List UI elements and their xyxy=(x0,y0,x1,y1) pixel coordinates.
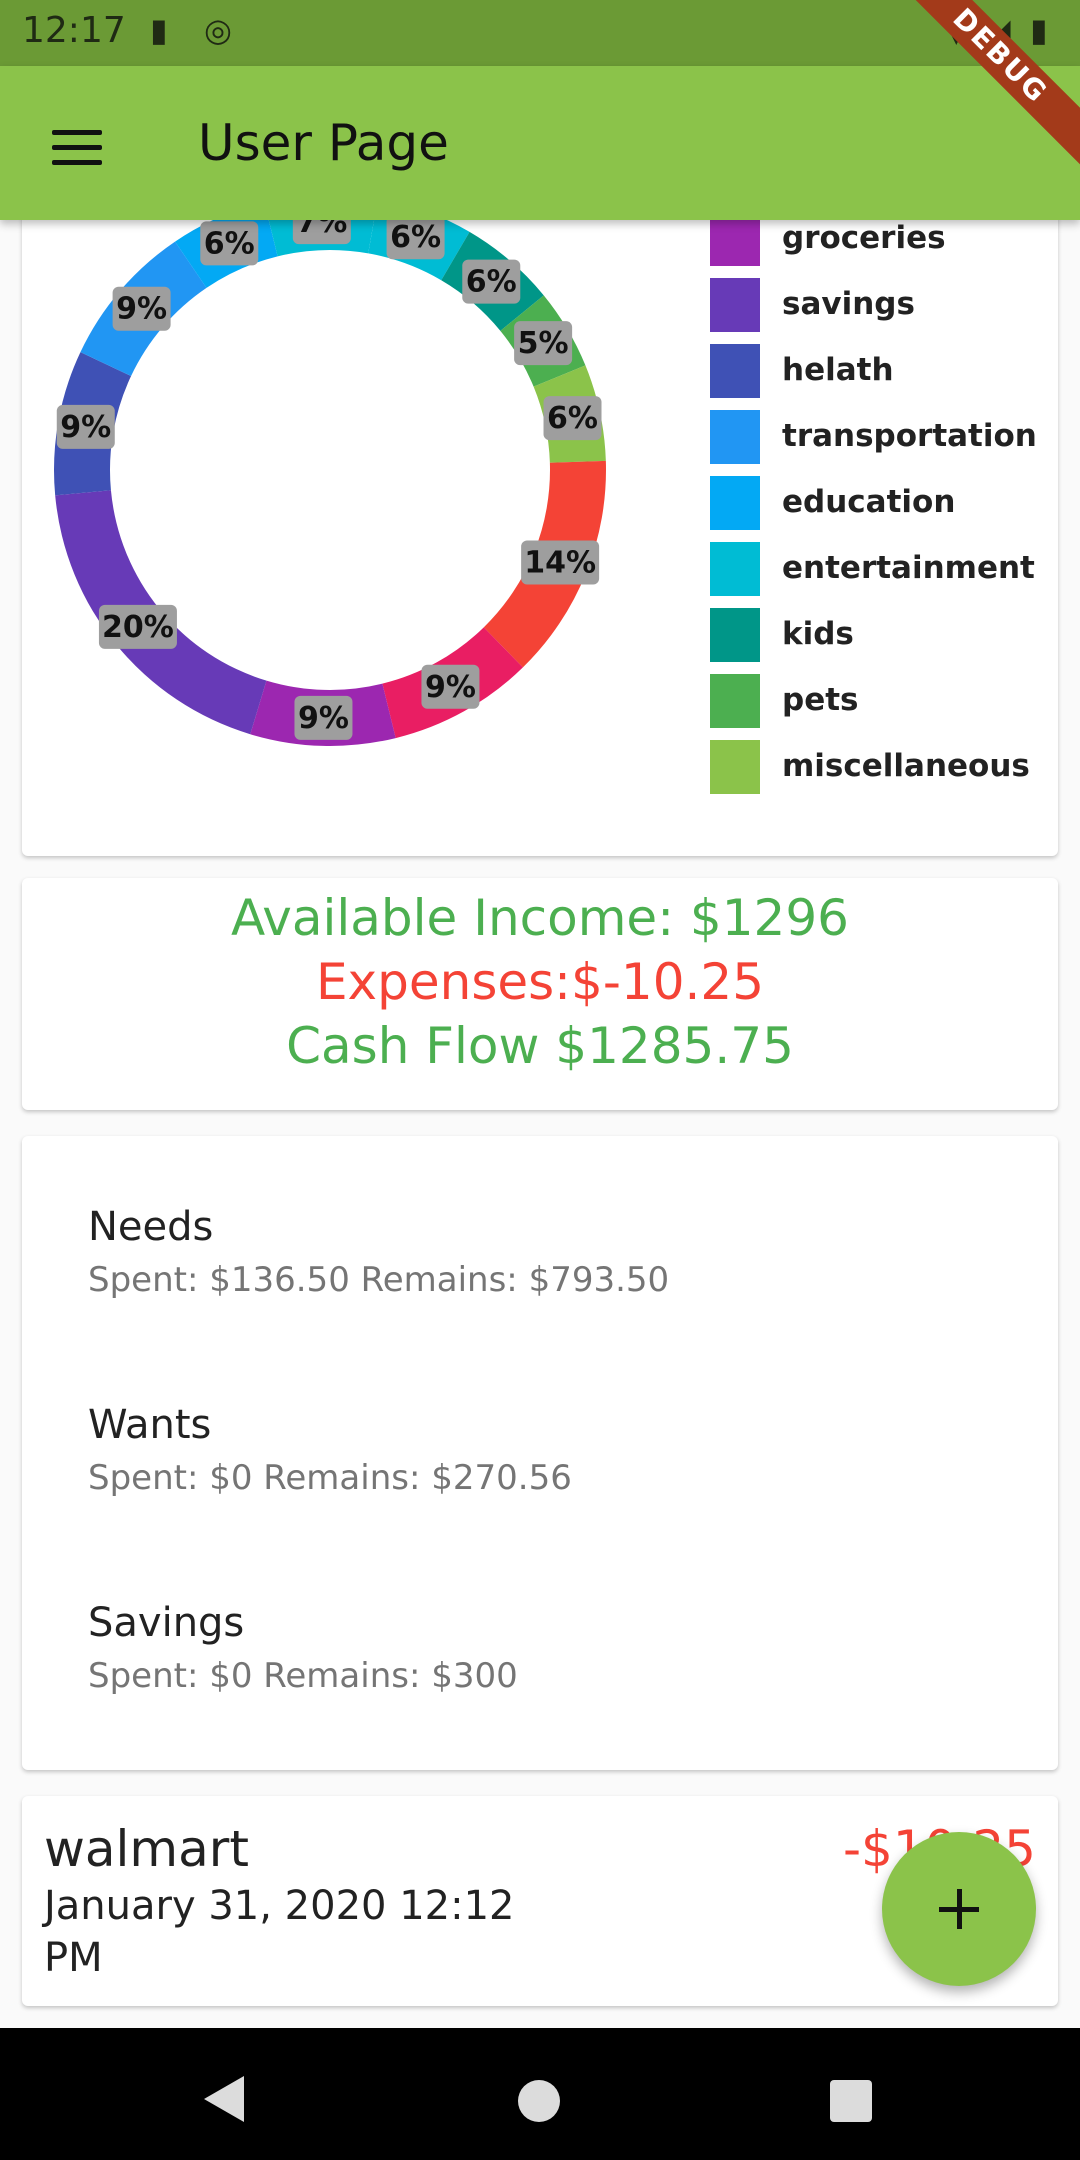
legend-label: miscellaneous xyxy=(782,748,1030,784)
back-icon[interactable] xyxy=(204,2076,244,2122)
chart-legend: groceries savings helath transportation educ… xyxy=(710,180,1050,856)
legend-swatch xyxy=(710,344,760,398)
battery-icon: ▮ xyxy=(1030,11,1048,49)
legend-swatch xyxy=(710,212,760,266)
summary-card: Available Income: $1296 Expenses:$-10.25… xyxy=(22,878,1058,1110)
legend-label: education xyxy=(782,484,956,520)
budget-name: Savings xyxy=(88,1600,245,1646)
slice-label: 6% xyxy=(547,401,598,436)
budget-detail: Spent: $136.50 Remains: $793.50 xyxy=(88,1260,670,1300)
slice-label: 5% xyxy=(518,326,569,361)
slice-label: 9% xyxy=(116,292,167,327)
legend-label: entertainment xyxy=(782,550,1035,586)
legend-swatch xyxy=(710,542,760,596)
slice-label: 6% xyxy=(204,226,255,261)
legend-swatch xyxy=(710,740,760,794)
transaction-date: January 31, 2020 12:12 PM xyxy=(44,1883,515,1981)
legend-label: pets xyxy=(782,682,859,718)
budget-name: Wants xyxy=(88,1402,212,1448)
slice-label: 9% xyxy=(60,410,111,445)
slice-label: 9% xyxy=(298,701,349,736)
status-time: 12:17 xyxy=(22,10,126,51)
page-title: User Page xyxy=(198,114,449,172)
expense-chart-card: 6% 6% 5% 6% 14% 9% 9% 20% 9% 9% 6% 7% groceries savi… xyxy=(22,180,1058,856)
transaction-title: walmart xyxy=(44,1820,249,1878)
legend-swatch xyxy=(710,410,760,464)
legend-label: transportation xyxy=(782,418,1037,454)
budget-card: Needs Spent: $136.50 Remains: $793.50 Wa… xyxy=(22,1136,1058,1770)
cash-flow: Cash Flow $1285.75 xyxy=(286,1017,794,1075)
slice-label: 6% xyxy=(390,220,441,255)
add-transaction-button[interactable] xyxy=(882,1832,1036,1986)
slice-label: 6% xyxy=(466,265,517,300)
legend-label: savings xyxy=(782,286,915,322)
sync-icon: ◎ xyxy=(204,11,232,49)
donut-chart: 6%6%5%6%14%9%9%20%9%9%6%7% xyxy=(54,194,606,747)
budget-item-needs[interactable]: Needs Spent: $136.50 Remains: $793.50 xyxy=(88,1204,669,1300)
status-bar: 12:17 ▮ ◎ ▼ ◢ ▮ DEBUG xyxy=(0,0,1080,177)
expenses-total: Expenses:$-10.25 xyxy=(315,953,765,1011)
legend-label: kids xyxy=(782,616,854,652)
legend-swatch xyxy=(710,278,760,332)
home-icon[interactable] xyxy=(518,2080,560,2122)
system-nav-bar xyxy=(0,2028,1080,2160)
budget-detail: Spent: $0 Remains: $270.56 xyxy=(88,1458,572,1498)
sd-card-icon: ▮ xyxy=(150,11,168,49)
app-bar: User Page xyxy=(0,66,1080,220)
slice-label: 20% xyxy=(102,610,174,645)
legend-label: groceries xyxy=(782,220,946,256)
budget-item-wants[interactable]: Wants Spent: $0 Remains: $270.56 xyxy=(88,1402,572,1498)
available-income: Available Income: $1296 xyxy=(231,889,849,947)
legend-swatch xyxy=(710,476,760,530)
hamburger-menu-icon[interactable] xyxy=(52,130,102,166)
recents-icon[interactable] xyxy=(830,2080,872,2122)
legend-swatch xyxy=(710,674,760,728)
budget-detail: Spent: $0 Remains: $300 xyxy=(88,1656,518,1696)
budget-name: Needs xyxy=(88,1204,214,1250)
slice-label: 9% xyxy=(425,670,476,705)
legend-label: helath xyxy=(782,352,894,388)
legend-swatch xyxy=(710,608,760,662)
slice-label: 14% xyxy=(524,545,596,580)
budget-item-savings[interactable]: Savings Spent: $0 Remains: $300 xyxy=(88,1600,518,1696)
